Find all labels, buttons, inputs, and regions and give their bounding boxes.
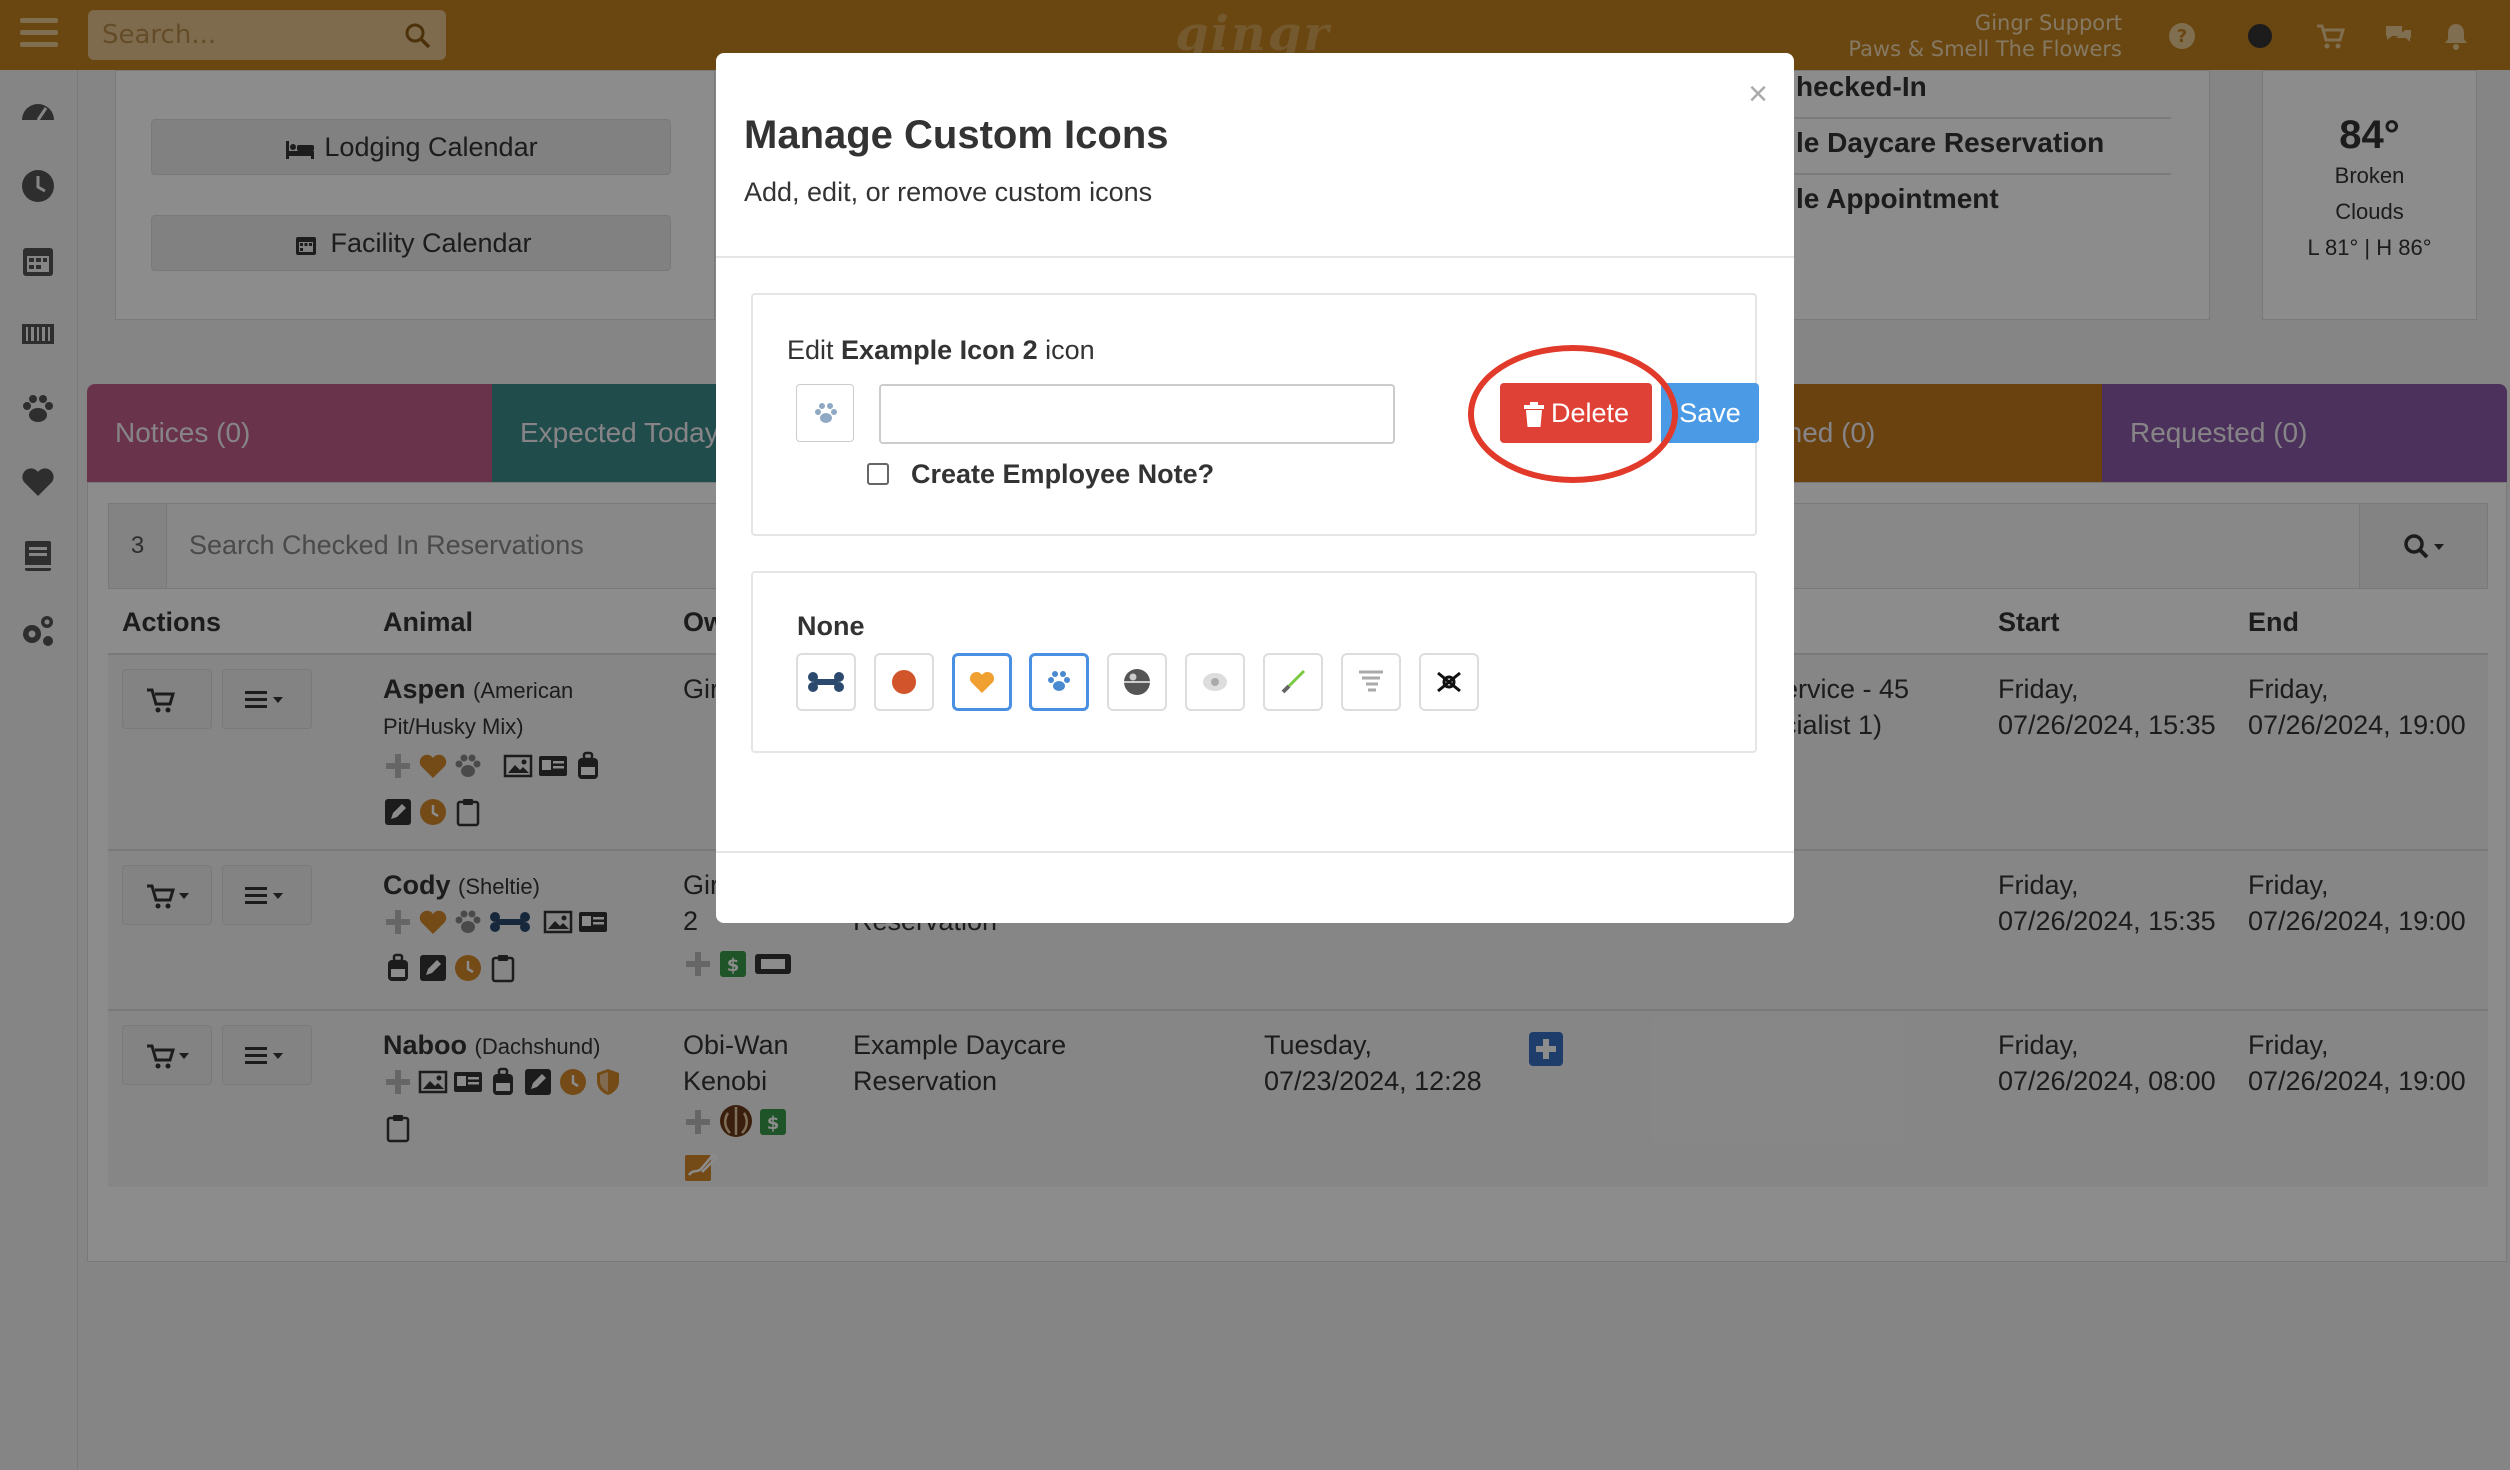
modal-title: Manage Custom Icons: [744, 113, 1169, 157]
bone-icon: [808, 672, 844, 692]
death-star-icon: [1124, 669, 1150, 695]
drone-icon: [1437, 671, 1461, 693]
icon-picker-heading: None: [797, 611, 865, 641]
paw-icon: [1048, 671, 1070, 691]
icon-option-lightsaber[interactable]: [1263, 653, 1323, 711]
icon-option-galaxy[interactable]: [1185, 653, 1245, 711]
circle-icon: [892, 670, 916, 694]
close-icon[interactable]: ×: [1748, 75, 1768, 114]
edit-icon-heading: Edit Example Icon 2 icon: [787, 335, 1095, 365]
icon-name-input[interactable]: [879, 384, 1395, 444]
icon-picker-section: None: [751, 571, 1757, 753]
create-employee-note-label[interactable]: Create Employee Note?: [911, 459, 1214, 490]
icon-preview[interactable]: [796, 384, 854, 442]
tornado-icon: [1359, 670, 1383, 692]
paw-icon: [815, 403, 837, 423]
icon-option-drone[interactable]: [1419, 653, 1479, 711]
edit-icon-section: Edit Example Icon 2 icon Create Employee…: [751, 293, 1759, 536]
create-employee-note-checkbox[interactable]: [867, 463, 889, 485]
galaxy-icon: [1203, 673, 1227, 691]
icon-option-tornado[interactable]: [1341, 653, 1401, 711]
modal-subtitle: Add, edit, or remove custom icons: [744, 177, 1153, 207]
icon-option-circle[interactable]: [874, 653, 934, 711]
highlight-annotation: [1468, 345, 1678, 483]
manage-custom-icons-modal: × Manage Custom Icons Add, edit, or remo…: [716, 53, 1794, 923]
icon-option-death-star[interactable]: [1107, 653, 1167, 711]
icon-option-bone[interactable]: [796, 653, 856, 711]
icon-option-paw[interactable]: [1029, 653, 1089, 711]
heart-icon: [969, 671, 995, 693]
lightsaber-icon: [1281, 669, 1306, 694]
icon-option-heart[interactable]: [952, 653, 1012, 711]
